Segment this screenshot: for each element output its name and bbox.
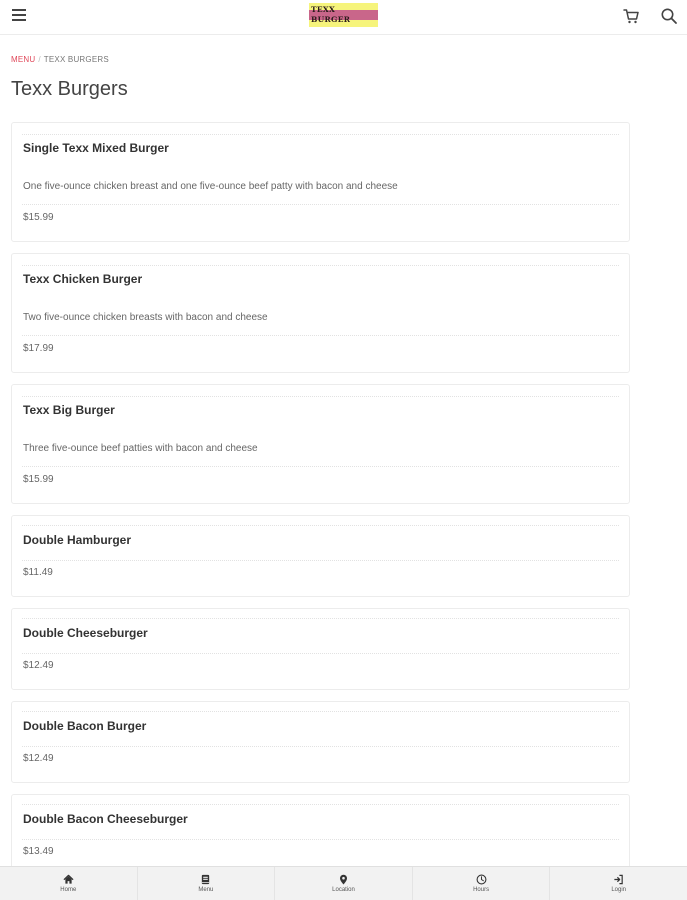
tab-label: Login	[611, 887, 627, 893]
logo-band: TEXX BURGER	[309, 5, 378, 24]
divider	[22, 204, 619, 205]
page-title: Texx Burgers	[11, 78, 128, 100]
breadcrumb-menu-link[interactable]: MENU	[11, 55, 35, 64]
menu-item-name: Texx Chicken Burger	[23, 272, 143, 286]
divider	[22, 618, 619, 619]
brand-logo[interactable]: TEXX BURGER	[309, 3, 378, 27]
menu-item-card[interactable]: Double Bacon Burger $12.49	[11, 701, 630, 783]
menu-item-name: Double Bacon Burger	[23, 719, 147, 733]
breadcrumb-current: TEXX BURGERS	[43, 55, 109, 64]
menu-item-card[interactable]: Double Cheeseburger $12.49	[11, 608, 630, 690]
tab-label: Location	[332, 887, 355, 893]
menu-item-description: One five-ounce chicken breast and one fi…	[23, 181, 398, 192]
breadcrumb-separator: /	[38, 55, 41, 64]
tab-home[interactable]: Home	[0, 867, 138, 900]
menu-item-card[interactable]: Single Texx Mixed Burger One five-ounce …	[11, 122, 630, 242]
menu-item-price: $12.49	[23, 753, 54, 764]
map-pin-icon	[340, 874, 347, 885]
top-bar: TEXX BURGER	[0, 0, 687, 35]
divider	[22, 525, 619, 526]
tab-hours[interactable]: Hours	[413, 867, 551, 900]
hamburger-menu-icon[interactable]	[12, 9, 26, 23]
divider	[22, 396, 619, 397]
menu-item-card[interactable]: Double Hamburger $11.49	[11, 515, 630, 597]
tab-label: Hours	[473, 887, 490, 893]
menu-item-card[interactable]: Texx Chicken Burger Two five-ounce chick…	[11, 253, 630, 373]
tab-label: Menu	[198, 887, 214, 893]
cart-icon[interactable]	[622, 7, 640, 25]
divider	[22, 839, 619, 840]
divider	[22, 265, 619, 266]
clock-icon	[476, 874, 487, 885]
divider	[22, 134, 619, 135]
divider	[22, 711, 619, 712]
divider	[22, 466, 619, 467]
divider	[22, 746, 619, 747]
menu-item-price: $15.99	[23, 212, 54, 223]
menu-item-card[interactable]: Double Bacon Cheeseburger $13.49	[11, 794, 630, 876]
tab-label: Home	[60, 887, 77, 893]
home-icon	[63, 874, 74, 884]
menu-item-name: Double Cheeseburger	[23, 626, 148, 640]
menu-item-description: Three five-ounce beef patties with bacon…	[23, 443, 258, 454]
menu-item-name: Double Bacon Cheeseburger	[23, 812, 188, 826]
tab-location[interactable]: Location	[275, 867, 413, 900]
search-icon[interactable]	[660, 7, 678, 25]
bottom-nav: Home Menu Location Hours Login	[0, 866, 687, 900]
menu-item-price: $17.99	[23, 343, 54, 354]
book-icon	[202, 874, 210, 885]
menu-item-name: Single Texx Mixed Burger	[23, 141, 169, 155]
divider	[22, 335, 619, 336]
breadcrumb: MENU / TEXX BURGERS	[11, 55, 109, 64]
menu-item-name: Double Hamburger	[23, 533, 132, 547]
menu-item-name: Texx Big Burger	[23, 403, 115, 417]
sign-in-icon	[614, 874, 623, 885]
divider	[22, 804, 619, 805]
divider	[22, 653, 619, 654]
divider	[22, 560, 619, 561]
tab-login[interactable]: Login	[550, 867, 687, 900]
menu-item-price: $12.49	[23, 660, 54, 671]
menu-item-price: $15.99	[23, 474, 54, 485]
menu-item-card[interactable]: Texx Big Burger Three five-ounce beef pa…	[11, 384, 630, 504]
menu-item-price: $11.49	[23, 567, 53, 578]
menu-item-description: Two five-ounce chicken breasts with baco…	[23, 312, 268, 323]
logo-text: TEXX BURGER	[311, 5, 351, 24]
menu-item-list: Single Texx Mixed Burger One five-ounce …	[11, 122, 630, 887]
tab-menu[interactable]: Menu	[138, 867, 276, 900]
menu-item-price: $13.49	[23, 846, 54, 857]
